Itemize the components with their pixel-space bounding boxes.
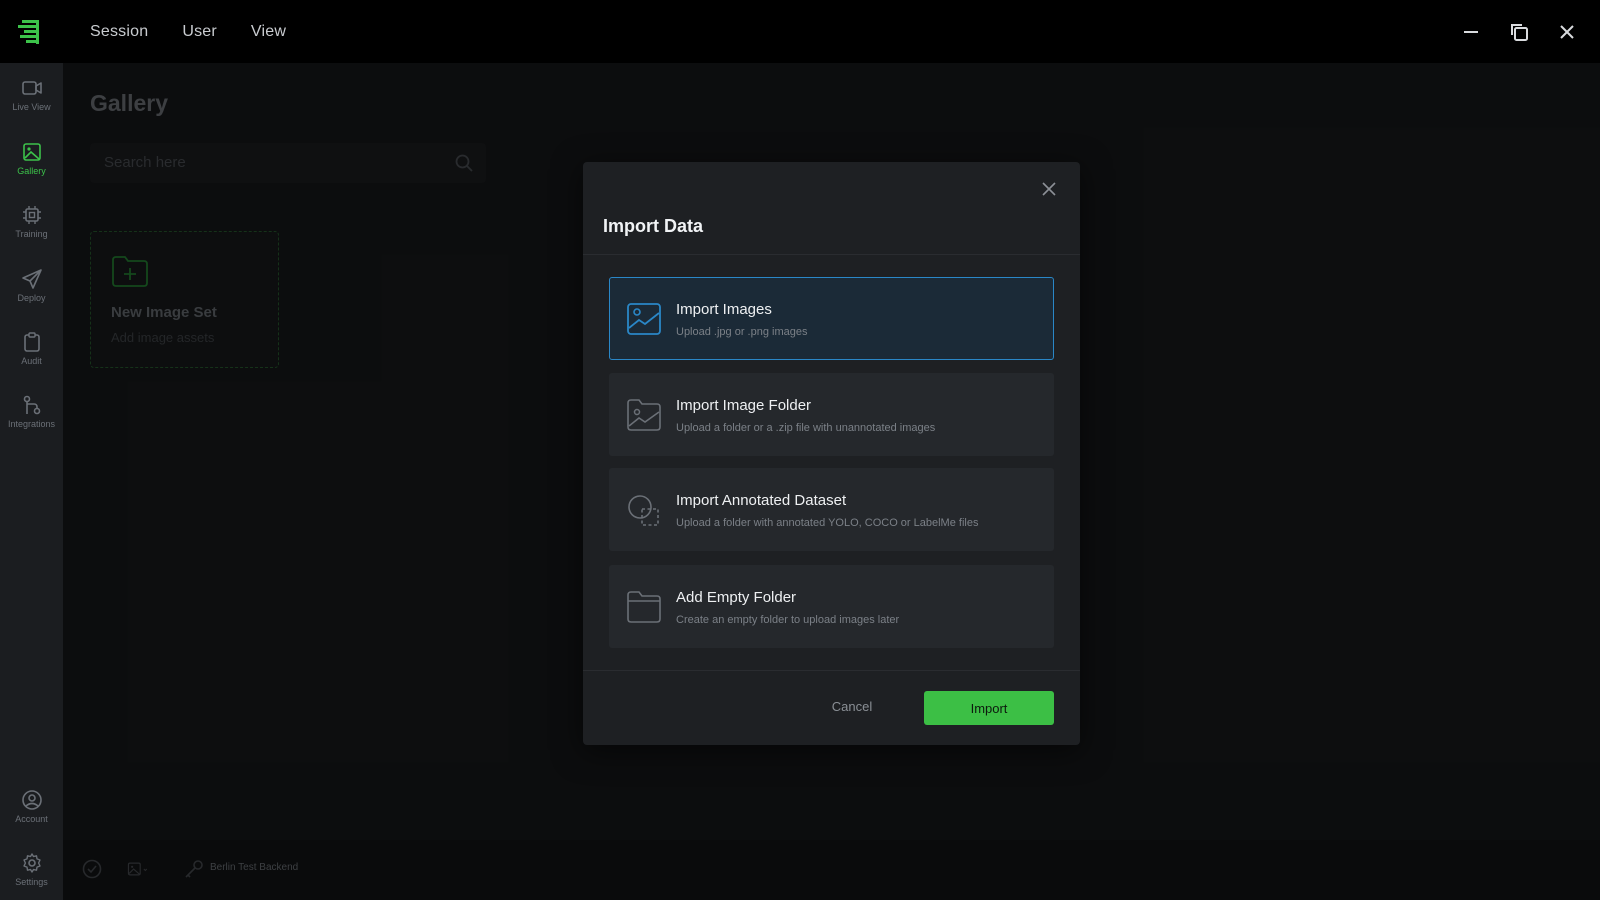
import-button[interactable]: Import	[924, 691, 1054, 725]
app-logo-icon	[16, 18, 44, 46]
option-subtitle: Upload .jpg or .png images	[676, 326, 808, 338]
sidebar-item-live-view[interactable]: Live View	[0, 75, 63, 131]
window-controls	[1460, 0, 1578, 63]
dialog-title: Import Data	[603, 216, 704, 236]
image-folder-icon	[627, 399, 661, 431]
option-import-annotated-dataset[interactable]: Import Annotated Dataset Upload a folder…	[609, 468, 1054, 551]
menu-view[interactable]: View	[251, 23, 286, 41]
divider	[583, 254, 1080, 255]
sidebar-item-label: Settings	[15, 877, 48, 887]
git-icon	[23, 395, 40, 415]
sidebar-item-settings[interactable]: Settings	[0, 850, 63, 900]
gear-icon	[22, 853, 41, 873]
option-import-image-folder[interactable]: Import Image Folder Upload a folder or a…	[609, 373, 1054, 456]
sidebar-item-label: Live View	[12, 102, 51, 112]
option-title: Import Annotated Dataset	[676, 492, 847, 509]
sidebar-item-label: Gallery	[17, 166, 46, 176]
divider	[583, 670, 1080, 671]
import-data-dialog: Import Data Import Images Upload .jpg or…	[583, 162, 1080, 745]
chip-icon	[22, 206, 41, 224]
sidebar-item-label: Audit	[21, 356, 42, 366]
sidebar-item-label: Account	[15, 814, 48, 824]
option-import-images[interactable]: Import Images Upload .jpg or .png images	[609, 277, 1054, 360]
option-title: Import Image Folder	[676, 397, 812, 414]
sidebar-item-label: Integrations	[7, 419, 56, 429]
sidebar-item-integrations[interactable]: Integrations	[0, 392, 63, 448]
option-subtitle: Upload a folder or a .zip file with unan…	[676, 422, 936, 434]
folder-icon	[627, 591, 661, 623]
video-camera-icon	[21, 81, 42, 95]
minimize-icon[interactable]	[1460, 21, 1482, 43]
clipboard-icon	[23, 332, 40, 352]
option-title: Add Empty Folder	[676, 589, 797, 606]
sidebar-item-deploy[interactable]: Deploy	[0, 266, 63, 322]
menu-bar: Session User View	[90, 0, 320, 63]
sidebar-item-audit[interactable]: Audit	[0, 329, 63, 385]
sidebar-item-label: Training	[15, 229, 48, 239]
cancel-button[interactable]: Cancel	[817, 691, 887, 721]
sidebar-item-label: Deploy	[17, 293, 46, 303]
image-icon	[627, 303, 661, 335]
restore-icon[interactable]	[1508, 21, 1530, 43]
close-icon[interactable]	[1556, 21, 1578, 43]
title-bar: Session User View	[0, 0, 1600, 63]
send-icon	[21, 269, 42, 289]
option-title: Import Images	[676, 301, 772, 318]
user-circle-icon	[21, 790, 42, 810]
image-icon	[22, 143, 41, 161]
menu-session[interactable]: Session	[90, 23, 148, 41]
sidebar-item-gallery[interactable]: Gallery	[0, 139, 63, 195]
sidebar-item-account[interactable]: Account	[0, 787, 63, 843]
option-subtitle: Upload a folder with annotated YOLO, COC…	[676, 517, 979, 529]
sidebar: Live View Gallery Training Deploy Audit …	[0, 63, 63, 900]
option-subtitle: Create an empty folder to upload images …	[676, 614, 900, 626]
annotated-dataset-icon	[628, 495, 659, 526]
close-icon[interactable]	[1040, 180, 1058, 198]
menu-user[interactable]: User	[182, 23, 217, 41]
option-add-empty-folder[interactable]: Add Empty Folder Create an empty folder …	[609, 565, 1054, 648]
sidebar-item-training[interactable]: Training	[0, 202, 63, 258]
